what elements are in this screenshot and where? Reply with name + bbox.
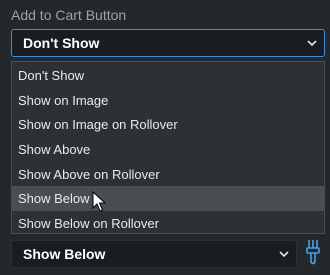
chevron-down-icon bbox=[279, 251, 289, 258]
option-show-above[interactable]: Show Above bbox=[12, 137, 324, 162]
option-show-above-on-rollover[interactable]: Show Above on Rollover bbox=[12, 162, 324, 187]
option-show-below[interactable]: Show Below bbox=[12, 186, 324, 211]
select-value: Show Below bbox=[23, 246, 106, 262]
position-select[interactable]: Show Below bbox=[11, 240, 297, 268]
option-show-below-on-rollover[interactable]: Show Below on Rollover bbox=[12, 211, 324, 236]
dropdown-list: Don't Show Show on Image Show on Image o… bbox=[11, 61, 325, 234]
option-show-on-image[interactable]: Show on Image bbox=[12, 88, 324, 113]
add-to-cart-select[interactable]: Don't Show bbox=[11, 29, 325, 57]
paint-brush-icon[interactable] bbox=[303, 238, 323, 266]
select-value: Don't Show bbox=[23, 35, 100, 51]
mouse-pointer-icon bbox=[92, 191, 106, 212]
option-dont-show[interactable]: Don't Show bbox=[12, 62, 324, 88]
option-show-on-image-on-rollover[interactable]: Show on Image on Rollover bbox=[12, 113, 324, 138]
field-label: Add to Cart Button bbox=[11, 7, 127, 23]
chevron-down-icon bbox=[307, 40, 317, 47]
